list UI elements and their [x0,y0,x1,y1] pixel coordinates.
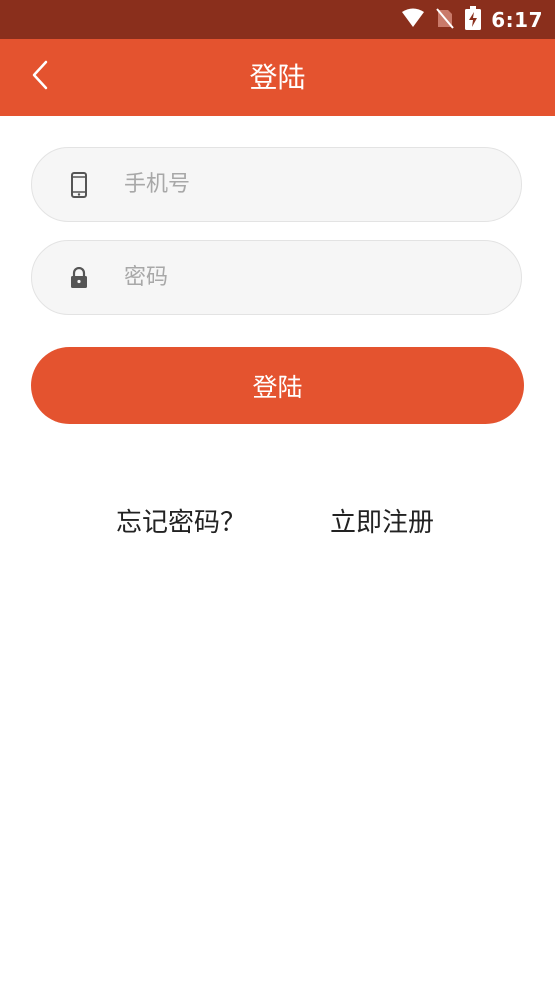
phone-field[interactable] [31,147,522,222]
title-bar: 登陆 [0,39,555,116]
forgot-password-link[interactable]: 忘记密码？ [116,502,246,539]
battery-charging-icon [465,5,482,34]
status-icons: 6:17 [401,0,543,39]
lock-icon [68,241,90,314]
phone-input[interactable] [124,148,494,221]
phone-icon [68,148,90,221]
login-button[interactable]: 登陆 [31,347,524,424]
password-input[interactable] [124,241,494,314]
no-sim-icon [435,7,455,33]
page-title: 登陆 [249,61,306,94]
status-bar: 6:17 [0,0,555,39]
password-field[interactable] [31,240,522,315]
register-link[interactable]: 立即注册 [330,502,434,539]
wifi-icon [401,8,425,32]
status-time: 6:17 [491,7,543,32]
